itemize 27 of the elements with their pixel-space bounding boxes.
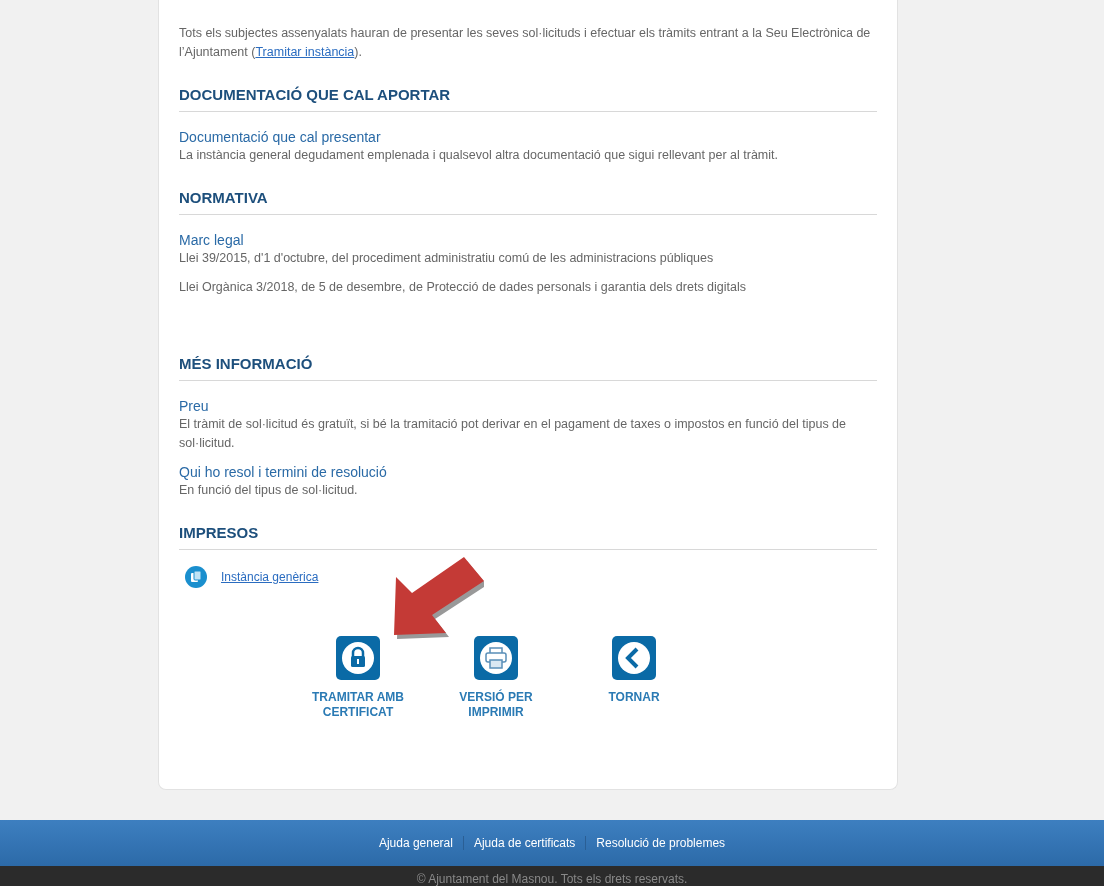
action-button[interactable]: VERSIÓ PER IMPRIMIR (427, 636, 565, 720)
intro-paragraph: Tots els subjectes assenyalats hauran de presentar les seves sol·licituds i efectuar els tràmits entrant a la Seu Electrònica de l’Ajuntament (Tramitar instància). (179, 25, 872, 61)
back-icon (612, 636, 656, 680)
footer-link[interactable]: Ajuda general (368, 836, 463, 850)
document-icon (185, 566, 207, 588)
action-button[interactable]: TRAMITAR AMB CERTIFICAT (289, 636, 427, 720)
download-link[interactable]: Instància genèrica (221, 570, 319, 584)
item-title: Documentació que cal presentar (179, 128, 381, 146)
tramitar-link[interactable]: Tramitar instància (255, 45, 355, 59)
item-description: La instància general degudament emplenada i qualsevol altra documentació que sigui rellevant per al tràmit. (179, 147, 779, 164)
item-title: Qui ho resol i termini de resolució (179, 463, 387, 481)
footer-link[interactable]: Ajuda de certificats (462, 836, 586, 850)
item-title: Marc legal (179, 231, 244, 249)
item-title: Preu (179, 397, 209, 415)
footer-link[interactable]: Resolució de problemes (585, 836, 736, 850)
lock-icon (336, 636, 380, 680)
section-heading: DOCUMENTACIÓ QUE CAL APORTAR (179, 86, 877, 112)
item-description: Llei Orgànica 3/2018, de 5 de desembre, de Protecció de dades personals i garantia dels drets digitals (179, 279, 748, 296)
section-heading: NORMATIVA (179, 189, 877, 215)
action-button[interactable]: TORNAR (565, 636, 703, 720)
item-description: El tràmit de sol·licitud és gratuït, si bé la tramitació pot derivar en el pagament de taxes o impostos en funció del tipus de sol·licitud. (179, 416, 847, 452)
copyright-text: © Ajuntament del Masnou. Tots els drets reservats. (0, 866, 1104, 886)
item-description: En funció del tipus de sol·licitud. (179, 482, 359, 499)
item-description: Llei 39/2015, d'1 d'octubre, del procediment administratiu comú de les administracions públiques (179, 250, 715, 267)
section-heading: MÉS INFORMACIÓ (179, 355, 877, 381)
printer-icon (474, 636, 518, 680)
section-heading: IMPRESOS (179, 524, 877, 550)
